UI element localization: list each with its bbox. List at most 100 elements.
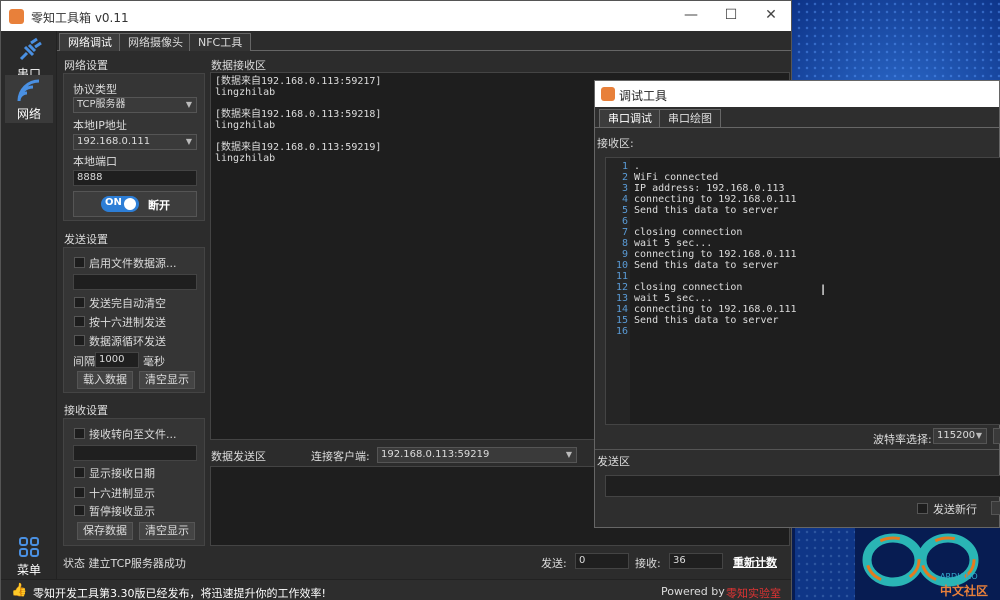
show-date-label: 显示接收日期 <box>89 467 155 480</box>
port-input[interactable]: 8888 <box>73 170 197 186</box>
code-line: 2 WiFi connected <box>608 172 797 183</box>
line-number: 7 <box>621 227 628 238</box>
redirect-path-input[interactable] <box>73 445 197 461</box>
menu-grid-icon <box>19 537 39 557</box>
local-ip-label: 本地IP地址 <box>73 119 127 132</box>
debug-window-title: 调试工具 <box>619 89 668 103</box>
sidebar-item-network[interactable]: 网络 <box>5 75 53 123</box>
desktop-pattern <box>795 0 1000 80</box>
code-line: 3 IP address: 192.168.0.113 <box>608 183 797 194</box>
recv-count-label: 接收: <box>635 557 661 570</box>
maximize-icon[interactable]: ☐ <box>721 7 741 23</box>
redirect-checkbox[interactable] <box>74 428 85 439</box>
code-line: 15 Send this data to server <box>608 315 797 326</box>
chevron-down-icon: ▼ <box>975 431 982 440</box>
clear-send-display-button[interactable]: 清空显示 <box>139 371 195 389</box>
code-line: 6 <box>608 216 797 227</box>
baud-select[interactable]: 115200 ▼ <box>933 428 987 444</box>
tab-serial-plot[interactable]: 串口绘图 <box>659 109 721 127</box>
disconnect-label: 断开 <box>148 199 170 212</box>
line-number: 2 <box>621 172 628 183</box>
hex-show-checkbox[interactable] <box>74 487 85 498</box>
interval-input[interactable]: 1000 <box>95 352 139 368</box>
file-source-label: 启用文件数据源... <box>89 257 177 270</box>
protocol-value: TCP服务器 <box>77 99 126 110</box>
send-area-title: 数据发送区 <box>211 450 266 463</box>
arduino-logo-text: ARDUINO <box>940 572 978 581</box>
sidebar-item-label: 网络 <box>16 107 41 121</box>
interval-label: 间隔 <box>73 355 95 368</box>
footer-notice[interactable]: 零知开发工具第3.30版已经发布，将迅速提升你的工作效率! <box>33 585 326 600</box>
local-ip-select[interactable]: 192.168.0.111 ▼ <box>73 134 197 150</box>
status-text: 状态 建立TCP服务器成功 <box>63 557 186 570</box>
loop-send-checkbox[interactable] <box>74 335 85 346</box>
chevron-down-icon: ▼ <box>185 137 192 146</box>
send-count: 0 <box>575 553 629 569</box>
code-line-text: wait 5 sec... <box>628 293 713 304</box>
show-date-checkbox[interactable] <box>74 467 85 478</box>
tab-serial-debug[interactable]: 串口调试 <box>599 109 661 127</box>
chevron-down-icon: ▼ <box>565 450 572 459</box>
sidebar-item-label: 菜单 <box>16 563 41 577</box>
chevron-down-icon: ▼ <box>185 100 192 109</box>
tab-network-debug[interactable]: 网络调试 <box>59 33 121 51</box>
tab-nfc-tool[interactable]: NFC工具 <box>189 33 252 51</box>
send-newline-label: 发送新行 <box>933 503 977 516</box>
connection-toggle-box: ON 断开 <box>73 191 197 217</box>
code-line: 7 closing connection <box>608 227 797 238</box>
app-icon <box>9 9 24 24</box>
title-bar: 零知工具箱 v0.11 — ☐ ✕ <box>1 1 791 31</box>
load-data-button[interactable]: 载入数据 <box>77 371 133 389</box>
on-toggle[interactable]: ON <box>101 196 139 212</box>
reset-count-link[interactable]: 重新计数 <box>733 554 777 570</box>
powered-by-brand[interactable]: 零知实验室 <box>726 585 781 600</box>
code-line-text: WiFi connected <box>628 172 719 183</box>
toggle-on-label: ON <box>105 197 122 208</box>
text-cursor-icon: I <box>821 283 826 299</box>
hex-send-checkbox[interactable] <box>74 316 85 327</box>
debug-side-button[interactable] <box>991 501 1000 515</box>
debug-recv-area[interactable]: 1 .2 WiFi connected 3 IP address: 192.168… <box>605 157 1000 425</box>
line-number: 12 <box>615 282 628 293</box>
tab-network-camera[interactable]: 网络摄像头 <box>119 33 192 51</box>
clear-recv-display-button[interactable]: 清空显示 <box>139 522 195 540</box>
redirect-label: 接收转向至文件... <box>89 428 177 441</box>
recv-settings-title: 接收设置 <box>64 404 108 417</box>
close-icon[interactable]: ✕ <box>761 7 781 23</box>
client-value: 192.168.0.113:59219 <box>381 449 490 460</box>
recv-area-title: 数据接收区 <box>211 59 266 72</box>
line-number: 9 <box>621 249 628 260</box>
line-number: 3 <box>621 183 628 194</box>
code-line-text: connecting to 192.168.0.111 <box>628 304 797 315</box>
loop-send-label: 数据源循环发送 <box>89 335 166 348</box>
pause-label: 暂停接收显示 <box>89 505 155 518</box>
file-source-checkbox[interactable] <box>74 257 85 268</box>
code-line-text: connecting to 192.168.0.111 <box>628 194 797 205</box>
file-source-path-input[interactable] <box>73 274 197 290</box>
line-number: 6 <box>621 216 628 227</box>
line-number: 11 <box>615 271 628 282</box>
interval-unit: 毫秒 <box>143 355 165 368</box>
net-settings-title: 网络设置 <box>64 59 108 72</box>
code-line: 4 connecting to 192.168.0.111 <box>608 194 797 205</box>
auto-clear-checkbox[interactable] <box>74 297 85 308</box>
code-line: 1 . <box>608 161 797 172</box>
baud-side-button[interactable] <box>993 428 1000 444</box>
client-select[interactable]: 192.168.0.113:59219 ▼ <box>377 447 577 463</box>
pause-checkbox[interactable] <box>74 505 85 516</box>
code-line: 5 Send this data to server <box>608 205 797 216</box>
hex-show-label: 十六进制显示 <box>89 487 155 500</box>
save-data-button[interactable]: 保存数据 <box>77 522 133 540</box>
line-number: 15 <box>615 315 628 326</box>
send-newline-checkbox[interactable] <box>917 503 928 514</box>
minimize-icon[interactable]: — <box>681 7 701 23</box>
sidebar-item-menu[interactable]: 菜单 <box>5 531 53 579</box>
debug-recv-label: 接收区: <box>597 137 634 150</box>
code-line: 10 Send this data to server <box>608 260 797 271</box>
debug-send-input[interactable] <box>605 475 1000 497</box>
code-line-text: Send this data to server <box>628 315 779 326</box>
protocol-select[interactable]: TCP服务器 ▼ <box>73 97 197 113</box>
code-line: 13 wait 5 sec... <box>608 293 797 304</box>
